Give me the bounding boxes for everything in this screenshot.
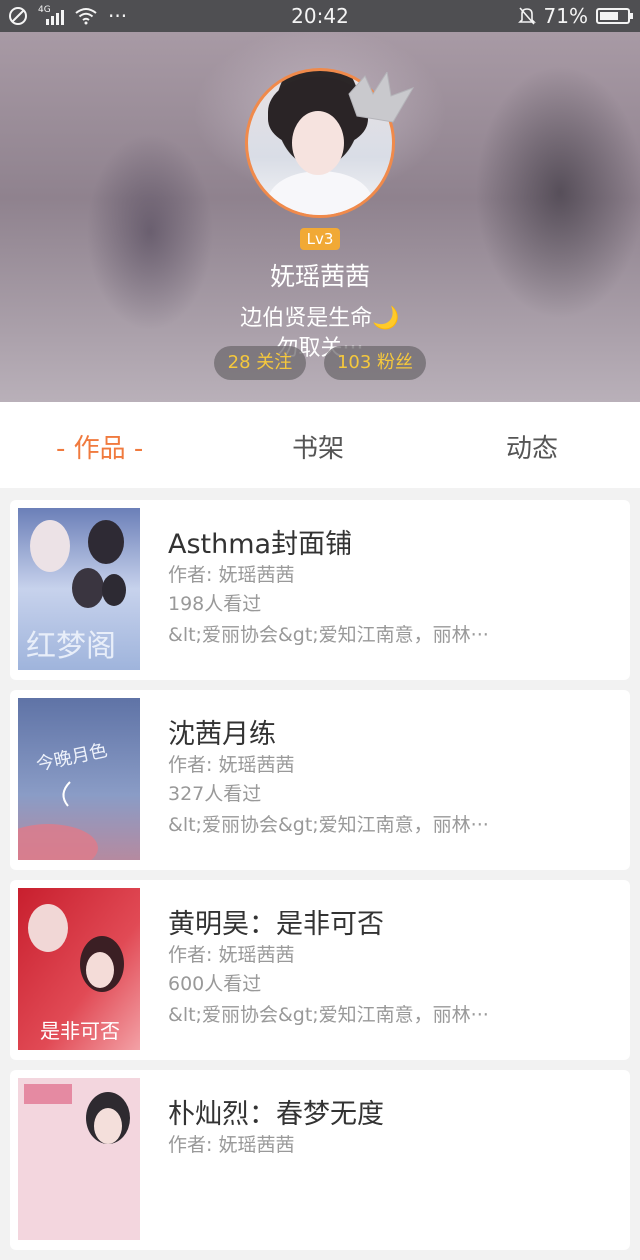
- work-title: 黄明昊：是非可否: [168, 909, 384, 940]
- mute-bell-icon: [517, 7, 536, 25]
- crown-icon: [348, 72, 415, 123]
- work-views: 600人看过: [168, 973, 262, 995]
- list-item[interactable]: 是非可否 黄明昊：是非可否 作者: 妩瑶茜茜 600人看过 &lt;爱丽协会&g…: [10, 880, 630, 1060]
- cover-title: 是非可否: [40, 1019, 120, 1043]
- cover-title: 红梦阁: [26, 629, 116, 664]
- work-author: 作者: 妩瑶茜茜: [168, 1134, 295, 1156]
- profile-header: Lv3 妩瑶茜茜 边伯贤是生命🌙 勿取关··· 28 关注 103 粉丝: [0, 32, 640, 402]
- username: 妩瑶茜茜: [269, 262, 370, 291]
- work-author: 作者: 妩瑶茜茜: [168, 564, 295, 586]
- status-bar: 4G ··· 20:42 71%: [0, 0, 640, 32]
- battery-percent: 71%: [543, 4, 588, 28]
- signature-line-1: 边伯贤是生命🌙: [240, 306, 400, 331]
- book-cover: 红梦阁: [18, 508, 140, 670]
- tab-bar: - 作品 - 书架 动态: [0, 402, 640, 488]
- work-tags: &lt;爱丽协会&gt;爱知江南意，丽林···: [168, 1004, 489, 1026]
- fans-button[interactable]: 103 粉丝: [324, 346, 426, 380]
- tab-works[interactable]: - 作品 -: [56, 428, 143, 465]
- level-badge: Lv3: [300, 228, 340, 250]
- book-cover: [18, 1078, 140, 1240]
- list-item[interactable]: 红梦阁 Asthma封面铺 作者: 妩瑶茜茜 198人看过 &lt;爱丽协会&g…: [10, 500, 630, 680]
- book-cover: 今晚月色: [18, 698, 140, 860]
- list-item[interactable]: 朴灿烈：春梦无度 作者: 妩瑶茜茜: [10, 1070, 630, 1250]
- work-title: Asthma封面铺: [168, 529, 353, 560]
- work-views: 327人看过: [168, 783, 262, 805]
- work-author: 作者: 妩瑶茜茜: [168, 754, 295, 776]
- following-button[interactable]: 28 关注: [214, 346, 306, 380]
- battery-fill: [600, 12, 618, 20]
- work-tags: &lt;爱丽协会&gt;爱知江南意，丽林···: [168, 624, 489, 646]
- status-right: 71%: [517, 4, 633, 28]
- works-list: 红梦阁 Asthma封面铺 作者: 妩瑶茜茜 198人看过 &lt;爱丽协会&g…: [10, 500, 630, 1260]
- list-item[interactable]: 今晚月色 沈茜月练 作者: 妩瑶茜茜 327人看过 &lt;爱丽协会&gt;爱知…: [10, 690, 630, 870]
- tab-activity[interactable]: 动态: [506, 428, 558, 465]
- tab-bookshelf[interactable]: 书架: [292, 428, 344, 465]
- work-author: 作者: 妩瑶茜茜: [168, 944, 295, 966]
- work-title: 朴灿烈：春梦无度: [168, 1099, 384, 1130]
- work-views: 198人看过: [168, 593, 262, 615]
- work-title: 沈茜月练: [168, 719, 276, 750]
- battery-icon: [596, 8, 633, 24]
- work-tags: &lt;爱丽协会&gt;爱知江南意，丽林···: [168, 814, 489, 836]
- book-cover: 是非可否: [18, 888, 140, 1050]
